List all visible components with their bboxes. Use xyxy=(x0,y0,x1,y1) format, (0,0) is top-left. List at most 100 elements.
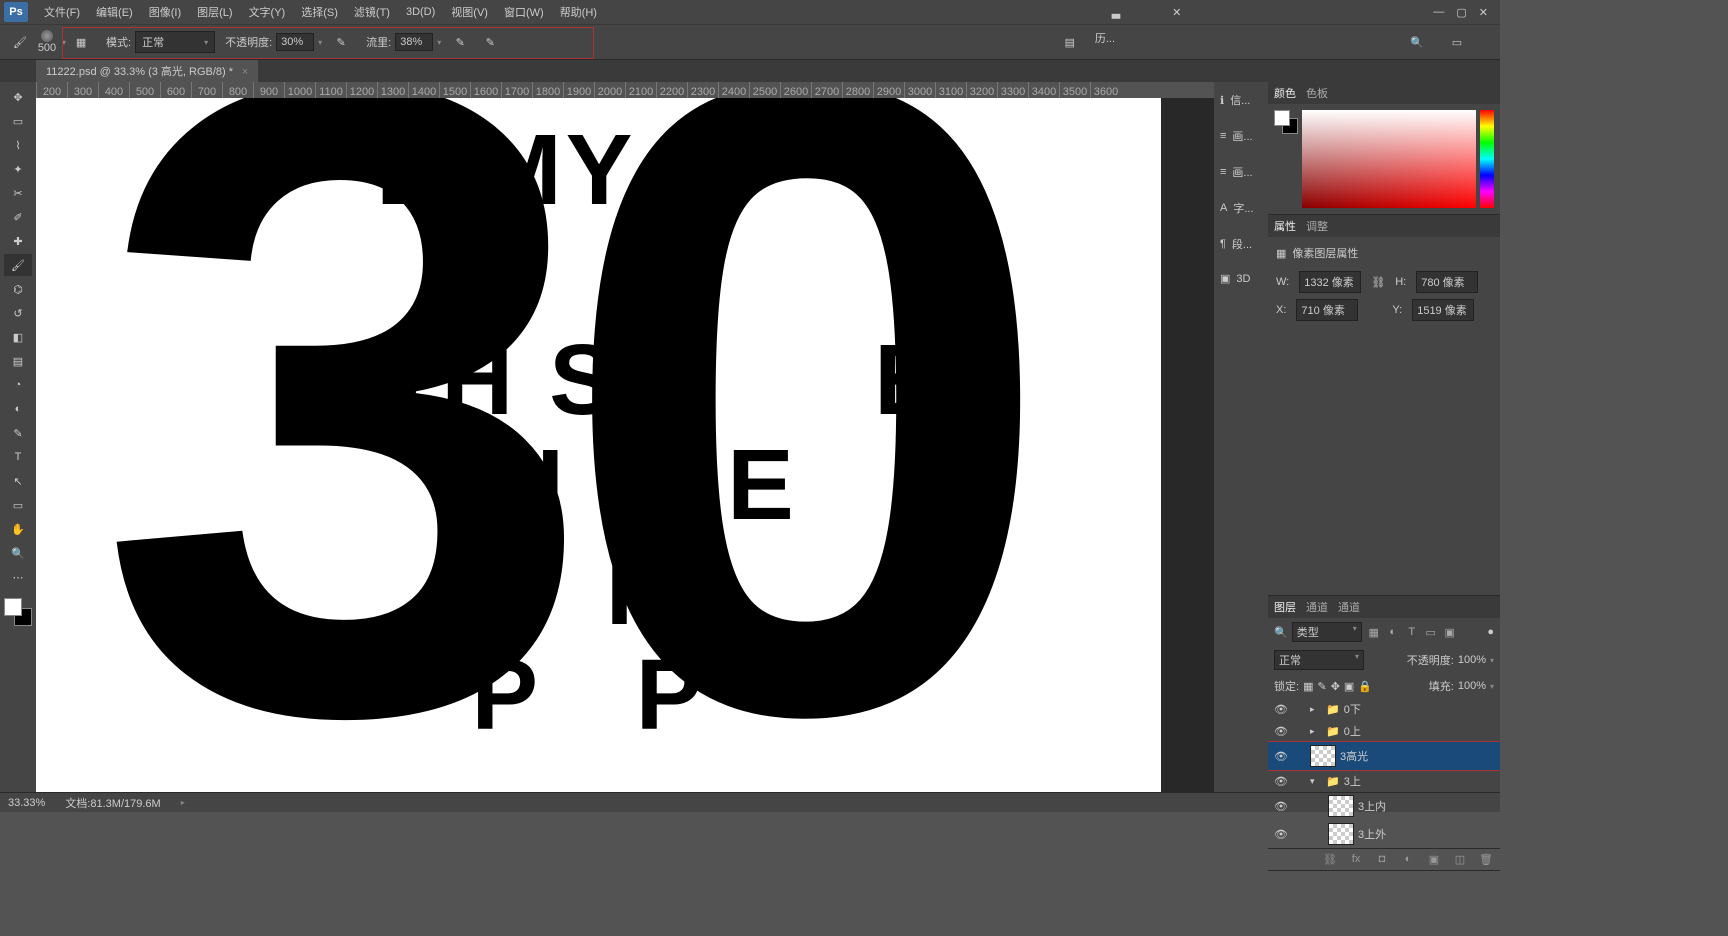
layer-name[interactable]: 0上 xyxy=(1344,723,1361,739)
layer-name[interactable]: 0下 xyxy=(1344,701,1361,717)
search-icon[interactable]: 🔍 xyxy=(1405,30,1429,54)
character-panel-icon[interactable]: A字... xyxy=(1214,198,1268,218)
more-tools-icon[interactable]: ⋯ xyxy=(4,566,32,588)
history-panel-icon[interactable]: ▤ xyxy=(1058,30,1082,54)
tab-swatches[interactable]: 色板 xyxy=(1306,85,1328,101)
crop-tool[interactable]: ✂ xyxy=(4,182,32,204)
lock-transparency-icon[interactable]: ▦ xyxy=(1303,680,1313,693)
document-canvas[interactable]: E MY I TH S ES T I E S I P P 30 xyxy=(36,98,1161,792)
filter-adjust-icon[interactable]: ◐ xyxy=(1385,624,1401,640)
hue-slider[interactable] xyxy=(1480,110,1494,208)
brushes-panel-icon[interactable]: ≡画... xyxy=(1214,126,1268,146)
filter-shape-icon[interactable]: ▭ xyxy=(1423,624,1439,640)
history-brush-tool[interactable]: ↺ xyxy=(4,302,32,324)
tab-layers[interactable]: 图层 xyxy=(1274,599,1296,615)
pressure-opacity-icon[interactable]: ✎ xyxy=(329,30,353,54)
layer-row[interactable]: 👁▸📁0上 xyxy=(1268,720,1500,742)
type-tool[interactable]: T xyxy=(4,446,32,468)
disclosure-icon[interactable]: ▸ xyxy=(1310,726,1322,737)
visibility-icon[interactable]: 👁 xyxy=(1274,703,1288,716)
layer-row[interactable]: 👁3高光 xyxy=(1268,742,1500,770)
layer-row[interactable]: 👁 3上外 xyxy=(1268,820,1500,848)
tab-paths[interactable]: 通道 xyxy=(1338,599,1360,615)
blend-mode-select[interactable]: 正常▾ xyxy=(1274,650,1364,670)
menu-image[interactable]: 图像(I) xyxy=(141,4,189,20)
magic-wand-tool[interactable]: ✦ xyxy=(4,158,32,180)
hand-tool[interactable]: ✋ xyxy=(4,518,32,540)
fill-input[interactable]: 100% xyxy=(1458,680,1486,692)
layer-row[interactable]: 👁▾📁3上 xyxy=(1268,770,1500,792)
lasso-tool[interactable]: ⌇ xyxy=(4,134,32,156)
link-wh-icon[interactable]: ⛓ xyxy=(1371,276,1385,289)
tab-adjustments[interactable]: 调整 xyxy=(1306,218,1328,234)
info-panel-icon[interactable]: ℹ信... xyxy=(1214,90,1268,110)
close-tab-icon[interactable]: × xyxy=(242,66,248,78)
foreground-color-swatch[interactable] xyxy=(4,598,22,616)
menu-layer[interactable]: 图层(L) xyxy=(189,4,240,20)
layer-name[interactable]: 3上内 xyxy=(1358,798,1386,814)
color-panel-swatches[interactable] xyxy=(1274,110,1298,134)
width-input[interactable]: 1332 像素 xyxy=(1299,271,1361,293)
healing-tool[interactable]: ✚ xyxy=(4,230,32,252)
visibility-icon[interactable]: 👁 xyxy=(1274,800,1288,813)
window-maximize-icon[interactable]: ▢ xyxy=(1456,6,1466,19)
doc-min-icon[interactable]: ▃ xyxy=(1112,6,1120,19)
disclosure-icon[interactable]: ▸ xyxy=(1310,704,1322,715)
zoom-tool[interactable]: 🔍 xyxy=(4,542,32,564)
pressure-size-icon[interactable]: ✎ xyxy=(478,30,502,54)
gradient-tool[interactable]: ▤ xyxy=(4,350,32,372)
layer-name[interactable]: 3上外 xyxy=(1358,826,1386,842)
lock-all-icon[interactable]: 🔒 xyxy=(1358,680,1372,693)
filter-smart-icon[interactable]: ▣ xyxy=(1442,624,1458,640)
blend-mode-select[interactable]: 正常▾ xyxy=(135,31,215,53)
brush-settings-panel-icon[interactable]: ≡画... xyxy=(1214,162,1268,182)
lock-position-icon[interactable]: ✥ xyxy=(1331,680,1340,693)
color-field[interactable] xyxy=(1302,110,1476,208)
menu-edit[interactable]: 编辑(E) xyxy=(88,4,141,20)
window-close-icon[interactable]: ✕ xyxy=(1479,6,1488,19)
flow-input[interactable]: 38% xyxy=(395,33,433,51)
dodge-tool[interactable]: ◐ xyxy=(4,398,32,420)
pen-tool[interactable]: ✎ xyxy=(4,422,32,444)
visibility-icon[interactable]: 👁 xyxy=(1274,750,1288,763)
menu-filter[interactable]: 滤镜(T) xyxy=(346,4,398,20)
paragraph-panel-icon[interactable]: ¶段... xyxy=(1214,234,1268,254)
visibility-icon[interactable]: 👁 xyxy=(1274,775,1288,788)
marquee-tool[interactable]: ▭ xyxy=(4,110,32,132)
document-tab[interactable]: 11222.psd @ 33.3% (3 高光, RGB/8) * × xyxy=(36,59,258,82)
visibility-icon[interactable]: 👁 xyxy=(1274,828,1288,841)
menu-file[interactable]: 文件(F) xyxy=(36,4,88,20)
menu-window[interactable]: 窗口(W) xyxy=(496,4,552,20)
visibility-icon[interactable]: 👁 xyxy=(1274,725,1288,738)
menu-help[interactable]: 帮助(H) xyxy=(552,4,605,20)
add-mask-icon[interactable]: ◘ xyxy=(1374,853,1390,866)
stamp-tool[interactable]: ⌬ xyxy=(4,278,32,300)
filter-type-icon[interactable]: T xyxy=(1404,624,1420,640)
new-adjustment-icon[interactable]: ◐ xyxy=(1400,853,1416,866)
3d-panel-icon[interactable]: ▣3D xyxy=(1214,270,1268,287)
lock-paint-icon[interactable]: ✎ xyxy=(1317,680,1326,693)
x-input[interactable]: 710 像素 xyxy=(1296,299,1358,321)
layer-row[interactable]: 👁▸📁0下 xyxy=(1268,698,1500,720)
shape-tool[interactable]: ▭ xyxy=(4,494,32,516)
doc-close-icon[interactable]: ✕ xyxy=(1172,6,1181,19)
link-layers-icon[interactable]: ⛓ xyxy=(1322,853,1338,866)
eraser-tool[interactable]: ◧ xyxy=(4,326,32,348)
workspace-icon[interactable]: ▭ xyxy=(1445,30,1469,54)
filter-toggle-icon[interactable]: ● xyxy=(1487,626,1494,638)
menu-select[interactable]: 选择(S) xyxy=(293,4,346,20)
layer-filter-select[interactable]: 类型▾ xyxy=(1292,622,1362,642)
window-minimize-icon[interactable]: — xyxy=(1433,6,1444,19)
eyedropper-tool[interactable]: ✐ xyxy=(4,206,32,228)
menu-type[interactable]: 文字(Y) xyxy=(241,4,294,20)
delete-layer-icon[interactable]: 🗑 xyxy=(1478,853,1494,866)
menu-3d[interactable]: 3D(D) xyxy=(398,6,443,18)
blur-tool[interactable]: ◔ xyxy=(4,374,32,396)
path-select-tool[interactable]: ↖ xyxy=(4,470,32,492)
airbrush-icon[interactable]: ✎ xyxy=(448,30,472,54)
brush-tool[interactable]: 🖌 xyxy=(4,254,32,276)
disclosure-icon[interactable]: ▾ xyxy=(1310,776,1322,787)
layer-fx-icon[interactable]: fx xyxy=(1348,853,1364,866)
layer-row[interactable]: 👁 3上内 xyxy=(1268,792,1500,820)
search-icon[interactable]: 🔍 xyxy=(1274,626,1288,639)
